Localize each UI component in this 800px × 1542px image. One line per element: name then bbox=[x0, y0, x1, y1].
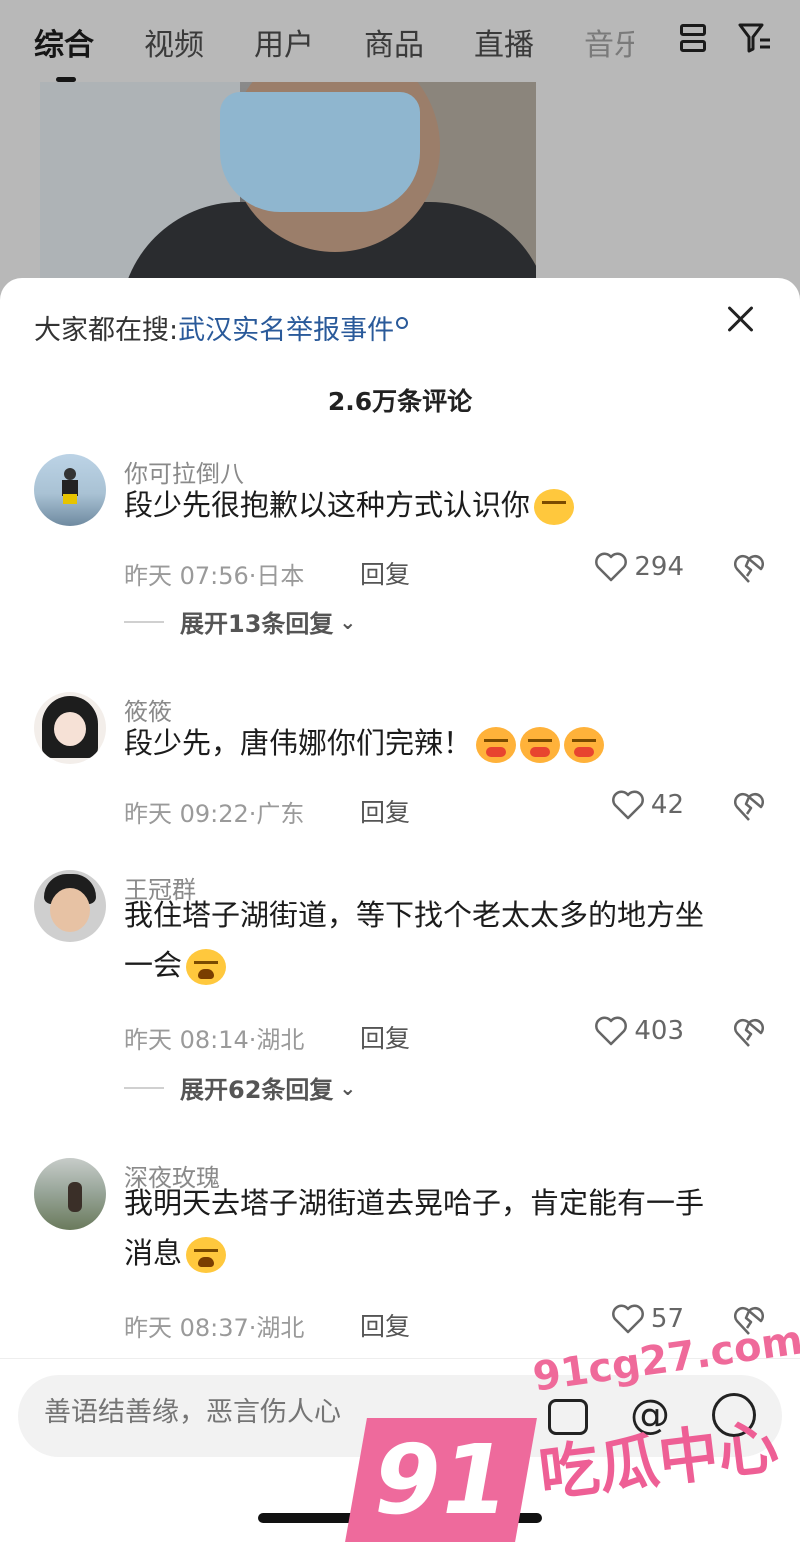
search-icon bbox=[396, 317, 409, 329]
chevron-down-icon: ⌄ bbox=[339, 609, 357, 634]
tab-live[interactable]: 直播 bbox=[474, 20, 534, 64]
trending-search-hint: 大家都在搜:武汉实名举报事件 bbox=[34, 308, 409, 347]
comment-text-content: 段少先，唐伟娜你们完辣！ bbox=[124, 726, 473, 760]
avatar[interactable] bbox=[34, 692, 106, 764]
shout-emoji-icon bbox=[476, 727, 517, 763]
expand-replies-label: 展开62条回复 bbox=[180, 1076, 334, 1104]
like-button[interactable]: 42 bbox=[611, 790, 684, 820]
heart-icon bbox=[595, 552, 628, 582]
reply-button[interactable]: 回复 bbox=[360, 1307, 410, 1343]
comment-text-line: 我住塔子湖街道，等下找个老太太多的地方坐 bbox=[124, 898, 705, 932]
layout-icon[interactable] bbox=[678, 22, 708, 54]
tab-tools bbox=[678, 22, 772, 54]
like-button[interactable]: 294 bbox=[594, 552, 684, 582]
comment-text: 我明天去塔子湖街道去晃哈子，肯定能有一手 消息 bbox=[124, 1178, 764, 1278]
comment-time-location: 昨天 08:37·湖北 bbox=[124, 1314, 305, 1342]
heart-icon bbox=[611, 1304, 644, 1334]
reply-button[interactable]: 回复 bbox=[360, 555, 410, 591]
video-thumbnail[interactable] bbox=[40, 82, 536, 282]
laugh-cry-emoji-icon bbox=[186, 1237, 227, 1273]
comment-text: 我住塔子湖街道，等下找个老太太多的地方坐 一会 bbox=[124, 890, 764, 990]
search-results-background: 综合 视频 用户 商品 直播 音乐 bbox=[0, 0, 800, 300]
comment-count: 2.6万条评论 bbox=[327, 387, 473, 416]
broken-heart-icon[interactable] bbox=[734, 554, 764, 584]
shout-emoji-icon bbox=[520, 727, 561, 763]
tab-video[interactable]: 视频 bbox=[144, 20, 204, 64]
expand-replies-button[interactable]: 展开62条回复 ⌄ bbox=[124, 1070, 356, 1105]
divider-line bbox=[124, 1086, 164, 1089]
heart-icon bbox=[595, 1016, 628, 1046]
tab-general[interactable]: 综合 bbox=[34, 20, 94, 82]
trending-search-prefix: 大家都在搜: bbox=[34, 315, 179, 346]
comment-text: 段少先，唐伟娜你们完辣！ bbox=[124, 718, 764, 768]
like-button[interactable]: 403 bbox=[594, 1016, 684, 1046]
trending-search-link[interactable]: 武汉实名举报事件 bbox=[178, 315, 394, 346]
comment-text-line: 一会 bbox=[124, 940, 764, 990]
broken-heart-icon[interactable] bbox=[734, 792, 764, 822]
reply-button[interactable]: 回复 bbox=[360, 1019, 410, 1055]
like-count: 57 bbox=[650, 1304, 684, 1334]
laugh-cry-emoji-icon bbox=[186, 949, 227, 985]
like-button[interactable]: 57 bbox=[611, 1304, 684, 1334]
shout-emoji-icon bbox=[564, 727, 605, 763]
comment-time-location: 昨天 07:56·日本 bbox=[124, 562, 305, 590]
comment-text-line: 消息 bbox=[124, 1228, 764, 1278]
comment-text: 段少先很抱歉以这种方式认识你 bbox=[124, 480, 764, 530]
watermark-logo: 91 bbox=[345, 1418, 537, 1542]
like-count: 403 bbox=[634, 1016, 684, 1046]
heart-icon bbox=[611, 790, 644, 820]
close-button[interactable] bbox=[726, 304, 756, 334]
avatar[interactable] bbox=[34, 870, 106, 942]
comment-text-content: 消息 bbox=[124, 1236, 183, 1270]
expand-replies-button[interactable]: 展开13条回复 ⌄ bbox=[124, 604, 356, 639]
broken-heart-icon[interactable] bbox=[734, 1018, 764, 1048]
avatar[interactable] bbox=[34, 454, 106, 526]
like-count: 294 bbox=[634, 552, 684, 582]
tab-users[interactable]: 用户 bbox=[254, 20, 314, 64]
comment-time-location: 昨天 09:22·广东 bbox=[124, 800, 305, 828]
divider-line bbox=[124, 620, 164, 623]
tab-products[interactable]: 商品 bbox=[364, 20, 424, 64]
filter-icon[interactable] bbox=[738, 22, 772, 54]
like-count: 42 bbox=[650, 790, 684, 820]
chevron-down-icon: ⌄ bbox=[339, 1075, 357, 1100]
avatar[interactable] bbox=[34, 1158, 106, 1230]
tab-music[interactable]: 音乐 bbox=[584, 20, 634, 64]
comment-text-content: 段少先很抱歉以这种方式认识你 bbox=[124, 488, 531, 522]
reply-button[interactable]: 回复 bbox=[360, 793, 410, 829]
comment-text-content: 一会 bbox=[124, 948, 183, 982]
watermark-logo-number: 91 bbox=[364, 1424, 518, 1536]
expand-replies-label: 展开13条回复 bbox=[180, 610, 334, 638]
comment-time-location: 昨天 08:14·湖北 bbox=[124, 1026, 305, 1054]
comment-text-line: 我明天去塔子湖街道去晃哈子，肯定能有一手 bbox=[124, 1186, 705, 1220]
smirk-emoji-icon bbox=[534, 489, 575, 525]
